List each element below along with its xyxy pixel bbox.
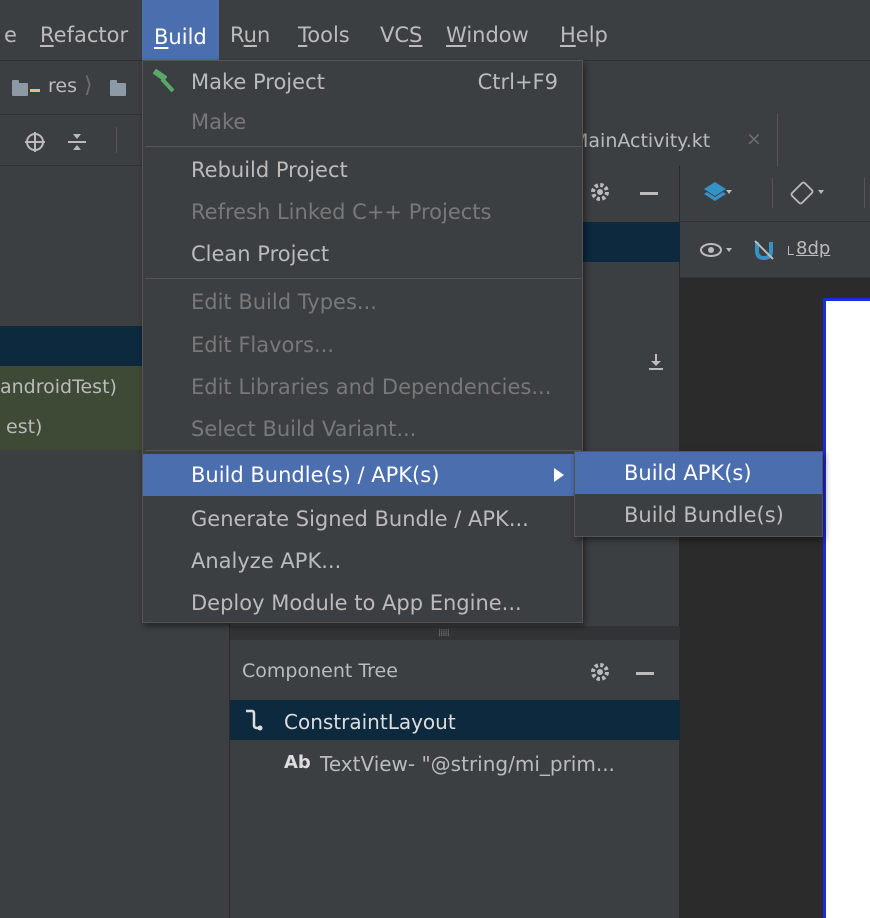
menu-separator: [145, 146, 581, 147]
hammer-icon: [152, 69, 175, 93]
menu-build[interactable]: Build: [142, 0, 219, 60]
view-options-eye-icon[interactable]: [700, 240, 734, 260]
tree-item-test[interactable]: est): [6, 416, 42, 438]
menu-item-build-apk[interactable]: Build APK(s): [575, 452, 822, 494]
locate-icon[interactable]: [24, 131, 46, 153]
menu-edit[interactable]: e: [0, 0, 29, 60]
design-toolbar-divider: [772, 178, 773, 208]
design-preview-canvas[interactable]: [823, 298, 870, 918]
constraint-layout-label: ConstraintLayout: [284, 710, 456, 734]
tab-label: MainActivity.kt: [572, 130, 711, 152]
menu-item-refresh-cpp: Refresh Linked C++ Projects: [191, 200, 492, 224]
menu-item-edit-libraries: Edit Libraries and Dependencies...: [191, 375, 552, 399]
palette-minimize-icon[interactable]: [640, 192, 658, 195]
res-folder-badge-icon: [30, 89, 40, 92]
design-toolbar-divider-2: [864, 178, 865, 208]
submenu-arrow-icon: [554, 468, 564, 482]
constraint-layout-icon: [246, 709, 263, 731]
menu-item-build-bundle-apk[interactable]: Build Bundle(s) / APK(s): [143, 454, 582, 496]
menu-item-analyze-apk[interactable]: Analyze APK...: [143, 540, 582, 582]
menu-item-deploy-app-engine[interactable]: Deploy Module to App Engine...: [143, 582, 582, 624]
toolbar-divider: [116, 127, 117, 153]
default-margin-value[interactable]: 8dp: [796, 238, 830, 259]
menu-run[interactable]: Run: [218, 0, 282, 60]
margin-indicator-tick: [788, 246, 789, 255]
menu-item-edit-build-types: Edit Build Types...: [191, 290, 377, 314]
menu-item-select-build-variant: Select Build Variant...: [191, 417, 417, 441]
menu-separator: [145, 278, 581, 279]
design-toolbar: [680, 166, 870, 222]
textview-label[interactable]: TextView- "@string/mi_prim...: [320, 752, 615, 776]
component-tree-gear-icon[interactable]: [588, 660, 612, 684]
menu-refactor[interactable]: Refactor: [28, 0, 140, 60]
component-tree-title: Component Tree: [242, 660, 398, 682]
make-project-shortcut: Ctrl+F9: [477, 70, 558, 94]
menu-item-rebuild-project[interactable]: Rebuild Project: [143, 149, 582, 191]
design-toolbar-secondary: 8dp: [680, 222, 870, 278]
autoconnect-magnet-icon[interactable]: [752, 238, 776, 262]
palette-gear-icon[interactable]: [588, 180, 612, 204]
menu-separator: [145, 450, 581, 451]
panel-splitter[interactable]: ⁞⁞⁞⁞⁞: [230, 626, 680, 640]
download-icon[interactable]: [646, 352, 666, 372]
collapse-all-icon[interactable]: [66, 131, 88, 153]
close-tab-icon[interactable]: ×: [746, 128, 762, 150]
menu-vcs[interactable]: VCS: [368, 0, 434, 60]
menu-item-make-project[interactable]: Make Project Ctrl+F9: [143, 61, 582, 103]
build-bundle-apk-submenu: Build APK(s) Build Bundle(s): [574, 451, 823, 537]
component-tree-minimize-icon[interactable]: [636, 672, 654, 675]
menu-item-build-bundle[interactable]: Build Bundle(s): [575, 494, 822, 536]
textview-icon: Ab: [284, 752, 311, 773]
editor-tabs: MainActivity.kt ×: [560, 114, 870, 166]
menu-item-clean-project[interactable]: Clean Project: [143, 233, 582, 275]
orientation-icon[interactable]: [790, 180, 824, 206]
tab-mainactivity[interactable]: MainActivity.kt ×: [560, 114, 778, 166]
menu-bar: e Refactor Build Run Tools VCS Window He…: [0, 0, 870, 60]
tree-item-android-test[interactable]: androidTest): [0, 376, 117, 398]
res-folder-icon: [12, 80, 28, 96]
menu-window[interactable]: Window: [434, 0, 541, 60]
folder-icon[interactable]: [110, 80, 126, 96]
build-menu: Make Project Ctrl+F9 Make Rebuild Projec…: [142, 60, 583, 623]
menu-item-make: Make: [191, 110, 247, 134]
layers-icon[interactable]: [702, 180, 732, 204]
menu-help[interactable]: Help: [548, 0, 620, 60]
splitter-grip-icon: ⁞⁞⁞⁞⁞: [438, 628, 450, 639]
breadcrumb-res[interactable]: res: [48, 75, 77, 97]
breadcrumb-separator-icon: ⟩: [84, 73, 93, 98]
menu-item-generate-signed[interactable]: Generate Signed Bundle / APK...: [143, 498, 582, 540]
menu-item-edit-flavors: Edit Flavors...: [191, 333, 335, 357]
menu-tools[interactable]: Tools: [286, 0, 362, 60]
